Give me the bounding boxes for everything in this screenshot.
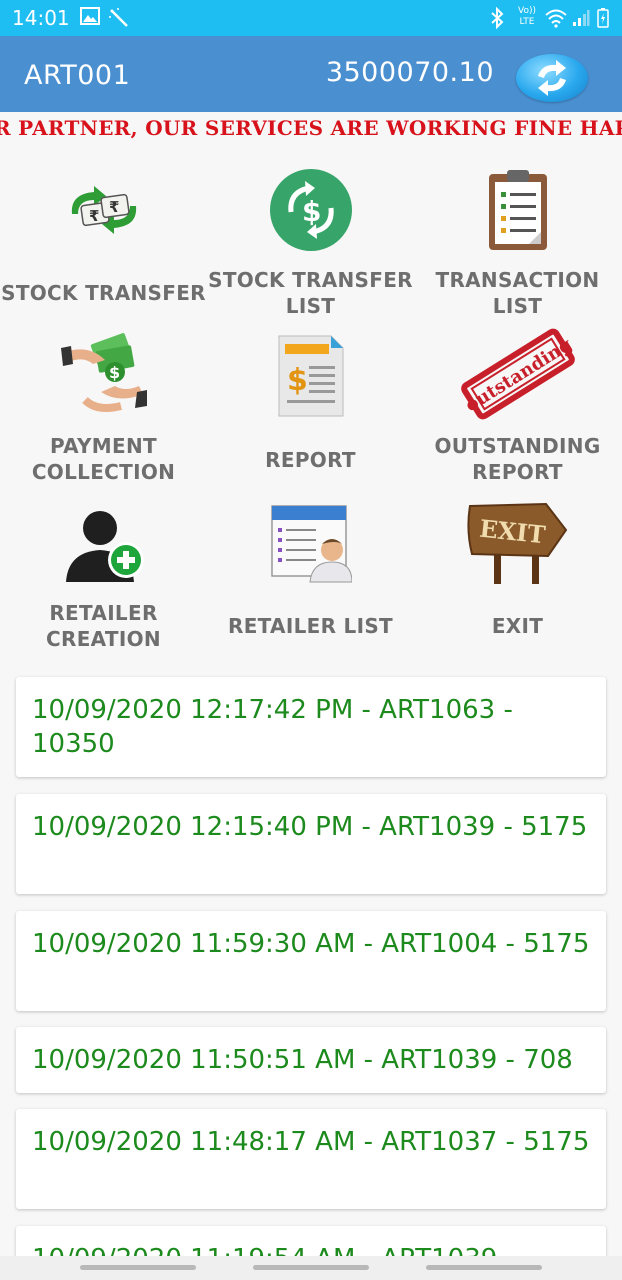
transaction-item[interactable]: 10/09/2020 11:50:51 AM - ART1039 - 708 — [16, 1027, 606, 1093]
menu-stock-transfer-list[interactable]: $ STOCK TRANSFER LIST — [207, 160, 414, 326]
refresh-icon — [538, 60, 566, 96]
dollar-cycle-icon: $ — [269, 169, 352, 251]
svg-text:₹: ₹ — [89, 207, 99, 225]
menu-label: PAYMENT COLLECTION — [31, 434, 176, 484]
nav-back-handle[interactable] — [426, 1265, 542, 1270]
battery-icon — [597, 8, 609, 28]
transaction-text: 10/09/2020 11:59:30 AM - ART1004 - 5175 — [32, 929, 590, 959]
status-bar: 14:01 Vo)) LTE — [0, 0, 622, 36]
refresh-button[interactable] — [516, 54, 588, 102]
menu-label: REPORT — [265, 448, 356, 472]
volte-icon: Vo)) LTE — [518, 6, 536, 27]
app-bar: ART001 3500070.10 — [0, 36, 622, 112]
outstanding-stamp-icon: outstanding — [460, 328, 576, 420]
transaction-item[interactable]: 10/09/2020 11:59:30 AM - ART1004 - 5175 — [16, 911, 606, 1011]
clipboard-list-icon — [488, 170, 547, 250]
menu-label: OUTSTANDING REPORT — [434, 434, 601, 484]
menu-stock-transfer[interactable]: ₹ ₹ STOCK TRANSFER — [0, 160, 207, 326]
bluetooth-icon — [491, 7, 504, 29]
status-time: 14:01 — [12, 6, 70, 30]
account-id: ART001 — [24, 60, 131, 91]
menu-transaction-list[interactable]: TRANSACTION LIST — [414, 160, 621, 326]
user-list-icon — [270, 505, 352, 583]
transaction-item[interactable]: 10/09/2020 11:48:17 AM - ART1037 - 5175 — [16, 1109, 606, 1209]
menu-label: EXIT — [491, 614, 544, 638]
menu-retailer-list[interactable]: RETAILER LIST — [207, 492, 414, 658]
menu-label: RETAILER CREATION — [46, 601, 161, 651]
image-icon — [80, 7, 100, 25]
wifi-icon — [545, 9, 567, 28]
transaction-text: 10/09/2020 12:15:40 PM - ART1039 - 5175 — [32, 812, 588, 842]
transaction-item[interactable]: 10/09/2020 12:17:42 PM - ART1063 - 10350 — [16, 677, 606, 777]
transaction-item[interactable]: 10/09/2020 12:15:40 PM - ART1039 - 5175 — [16, 794, 606, 894]
svg-text:₹: ₹ — [109, 198, 119, 216]
menu-exit[interactable]: EXIT EXIT — [414, 492, 621, 658]
menu-label: RETAILER LIST — [228, 614, 393, 638]
menu-label: TRANSACTION LIST — [435, 268, 600, 318]
transaction-text: 10/09/2020 11:48:17 AM - ART1037 - 5175 — [32, 1127, 590, 1157]
add-user-icon — [65, 511, 144, 582]
navigation-bar — [0, 1256, 622, 1280]
svg-text:$: $ — [287, 363, 308, 398]
svg-text:$: $ — [109, 363, 120, 382]
nav-recent-handle[interactable] — [80, 1265, 196, 1270]
menu-outstanding-report[interactable]: outstanding OUTSTANDING REPORT — [414, 326, 621, 492]
transaction-text: 10/09/2020 12:17:42 PM - ART1063 - 10350 — [32, 695, 513, 759]
nav-home-handle[interactable] — [253, 1265, 369, 1270]
menu-report[interactable]: $ REPORT — [207, 326, 414, 492]
menu-payment-collection[interactable]: $ PAYMENT COLLECTION — [0, 326, 207, 492]
menu-retailer-creation[interactable]: RETAILER CREATION — [0, 492, 207, 658]
signal-icon — [573, 10, 590, 26]
magic-wand-icon — [109, 8, 128, 27]
menu-label: STOCK TRANSFER LIST — [208, 268, 413, 318]
exit-sign-icon: EXIT — [466, 502, 567, 584]
balance-amount: 3500070.10 — [325, 57, 494, 88]
menu-label: STOCK TRANSFER — [1, 281, 206, 305]
transaction-text: 10/09/2020 11:50:51 AM - ART1039 - 708 — [32, 1045, 573, 1075]
svg-text:$: $ — [302, 195, 321, 228]
dollar-report-icon: $ — [278, 335, 343, 417]
marquee-text: R PARTNER, OUR SERVICES ARE WORKING FINE… — [0, 116, 622, 140]
announcement-marquee: R PARTNER, OUR SERVICES ARE WORKING FINE… — [0, 112, 622, 148]
rupee-exchange-icon: ₹ ₹ — [71, 186, 136, 234]
money-hand-icon: $ — [60, 333, 147, 412]
